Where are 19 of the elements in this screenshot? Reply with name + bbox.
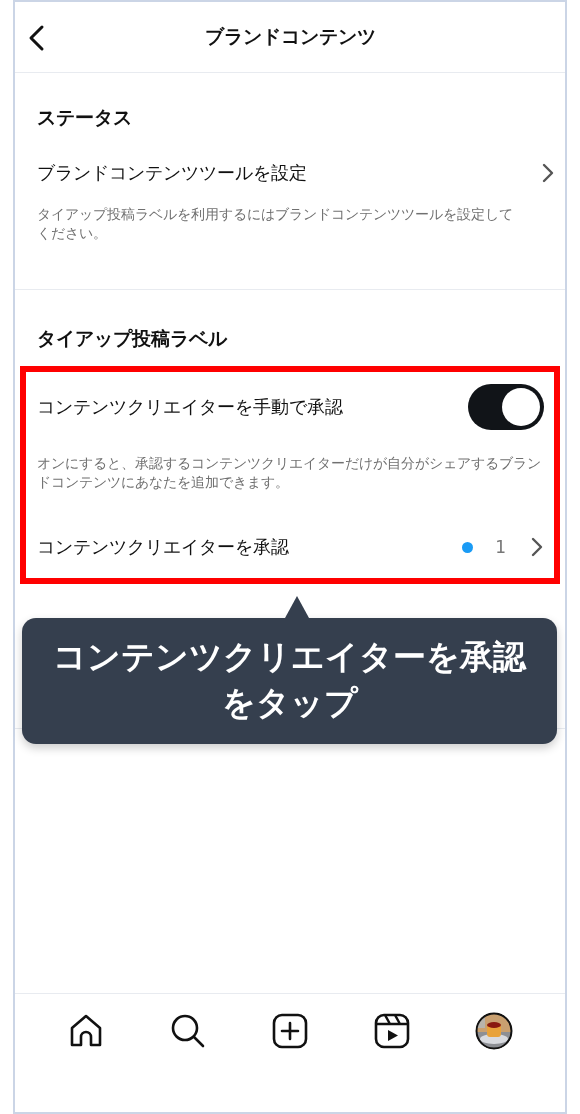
- chevron-right-icon: [541, 162, 555, 184]
- row-label: コンテンツクリエイターを承認: [37, 535, 290, 559]
- section-heading: タイアップ投稿ラベル: [37, 326, 227, 351]
- description-text: オンにすると、承認するコンテンツクリエイターだけが自分がシェアするブランドコンテンツにあなたを追加できます。: [37, 454, 542, 492]
- page-title: ブランドコンテンツ: [204, 24, 376, 49]
- settings-row[interactable]: ブランドコンテンツツールを設定: [37, 145, 565, 201]
- toggle-switch[interactable]: [468, 384, 544, 430]
- row-label: コンテンツクリエイターを手動で承認: [37, 395, 344, 419]
- settings-row[interactable]: コンテンツクリエイターを承認 1: [37, 516, 554, 578]
- chevron-right-icon: [530, 536, 544, 558]
- description-text: タイアップ投稿ラベルを利用するにはブランドコンテンツツールを設定してください。: [37, 205, 514, 243]
- count: 1: [495, 537, 506, 557]
- plus-square-icon[interactable]: [271, 1012, 309, 1050]
- tooltip-pointer: [285, 596, 309, 618]
- section-heading: ステータス: [37, 105, 132, 130]
- tooltip: コンテンツクリエイターを承認をタップ: [22, 618, 557, 744]
- search-icon[interactable]: [169, 1012, 207, 1050]
- video-icon[interactable]: [373, 1012, 411, 1050]
- row-label: ブランドコンテンツツールを設定: [37, 161, 308, 185]
